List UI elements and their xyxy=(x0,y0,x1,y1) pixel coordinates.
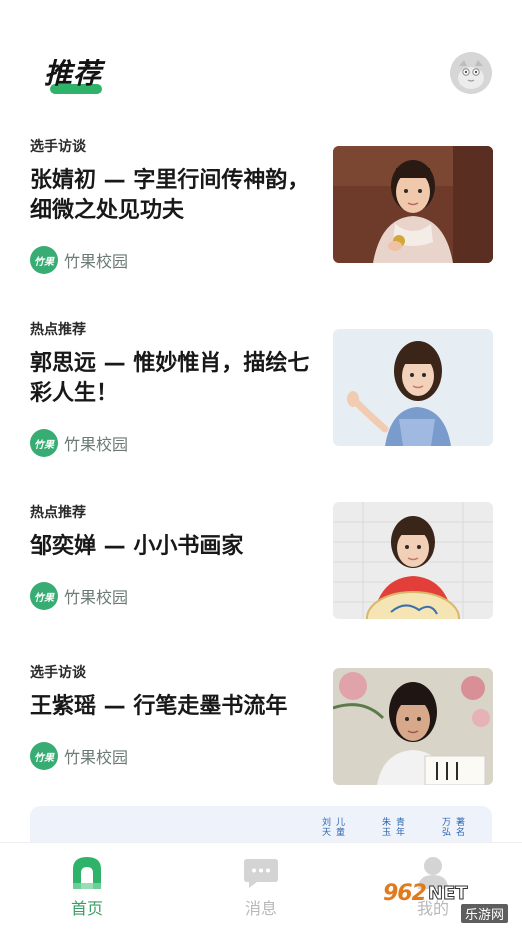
banner-text: 刘天 xyxy=(322,818,332,838)
article-category: 热点推荐 xyxy=(30,505,86,521)
article-card[interactable]: 选手访谈 张婧初 — 字里行间传神韵，细微之处见功夫 竹果 竹果校园 xyxy=(0,120,522,303)
article-feed: 选手访谈 张婧初 — 字里行间传神韵，细微之处见功夫 竹果 竹果校园 热点推荐 … xyxy=(0,120,522,829)
tab-messages[interactable]: 消息 xyxy=(216,855,306,925)
site-watermark: 962 NET 乐游网 xyxy=(383,880,518,924)
article-thumbnail[interactable] xyxy=(333,146,493,263)
source-logo-icon: 竹果 xyxy=(30,429,58,457)
banner-text: 万弘 xyxy=(442,818,452,838)
banner-text: 著名 xyxy=(456,818,466,838)
source-name: 竹果校园 xyxy=(64,588,129,607)
girl-waving-photo xyxy=(333,329,493,446)
source-name: 竹果校园 xyxy=(64,435,129,454)
source-name: 竹果校园 xyxy=(64,748,129,767)
avatar-icon xyxy=(450,52,492,94)
article-category: 选手访谈 xyxy=(30,139,86,155)
article-source[interactable]: 竹果 竹果校园 xyxy=(30,429,128,457)
message-icon xyxy=(244,859,278,888)
article-source[interactable]: 竹果 竹果校园 xyxy=(30,742,128,770)
article-thumbnail[interactable] xyxy=(333,329,493,446)
source-logo-icon: 竹果 xyxy=(30,582,58,610)
header: 推荐 xyxy=(0,0,522,120)
avatar[interactable] xyxy=(450,52,492,94)
article-category: 热点推荐 xyxy=(30,322,86,338)
girl-with-calligraphy-photo xyxy=(333,668,493,785)
banner-text: 青年 xyxy=(396,818,406,838)
watermark-number: 962 xyxy=(383,880,427,906)
article-title[interactable]: 张婧初 — 字里行间传神韵，细微之处见功夫 xyxy=(30,166,320,226)
banner-text: 儿童 xyxy=(336,818,346,838)
source-name: 竹果校园 xyxy=(64,252,129,271)
article-title[interactable]: 王紫瑶 — 行笔走墨书流年 xyxy=(30,692,320,722)
girl-with-medal-photo xyxy=(333,146,493,263)
promo-banner[interactable]: 刘天 儿童 朱玉 青年 万弘 著名 xyxy=(30,806,492,846)
article-title[interactable]: 郭思远 — 惟妙惟肖，描绘七彩人生！ xyxy=(30,349,320,409)
article-card[interactable]: 热点推荐 郭思远 — 惟妙惟肖，描绘七彩人生！ 竹果 竹果校园 xyxy=(0,303,522,486)
article-thumbnail[interactable] xyxy=(333,668,493,785)
source-logo-icon: 竹果 xyxy=(30,246,58,274)
watermark-suffix: NET xyxy=(427,882,468,904)
watermark-subtitle: 乐游网 xyxy=(461,904,509,923)
tab-home[interactable]: 首页 xyxy=(42,855,132,925)
source-logo-icon: 竹果 xyxy=(30,742,58,770)
article-title[interactable]: 邹奕婵 — 小小书画家 xyxy=(30,532,320,562)
article-thumbnail[interactable] xyxy=(333,502,493,619)
article-card[interactable]: 热点推荐 邹奕婵 — 小小书画家 竹果 竹果校园 xyxy=(0,486,522,646)
article-card[interactable]: 选手访谈 王紫瑶 — 行笔走墨书流年 竹果 竹果校园 xyxy=(0,646,522,829)
girl-with-painting-photo xyxy=(333,502,493,619)
article-category: 选手访谈 xyxy=(30,665,86,681)
home-icon xyxy=(73,857,101,889)
banner-text: 朱玉 xyxy=(382,818,392,838)
tab-home-label: 首页 xyxy=(70,899,103,918)
article-source[interactable]: 竹果 竹果校园 xyxy=(30,582,128,610)
page-title: 推荐 xyxy=(44,57,103,90)
tab-messages-label: 消息 xyxy=(244,899,277,918)
article-source[interactable]: 竹果 竹果校园 xyxy=(30,246,128,274)
